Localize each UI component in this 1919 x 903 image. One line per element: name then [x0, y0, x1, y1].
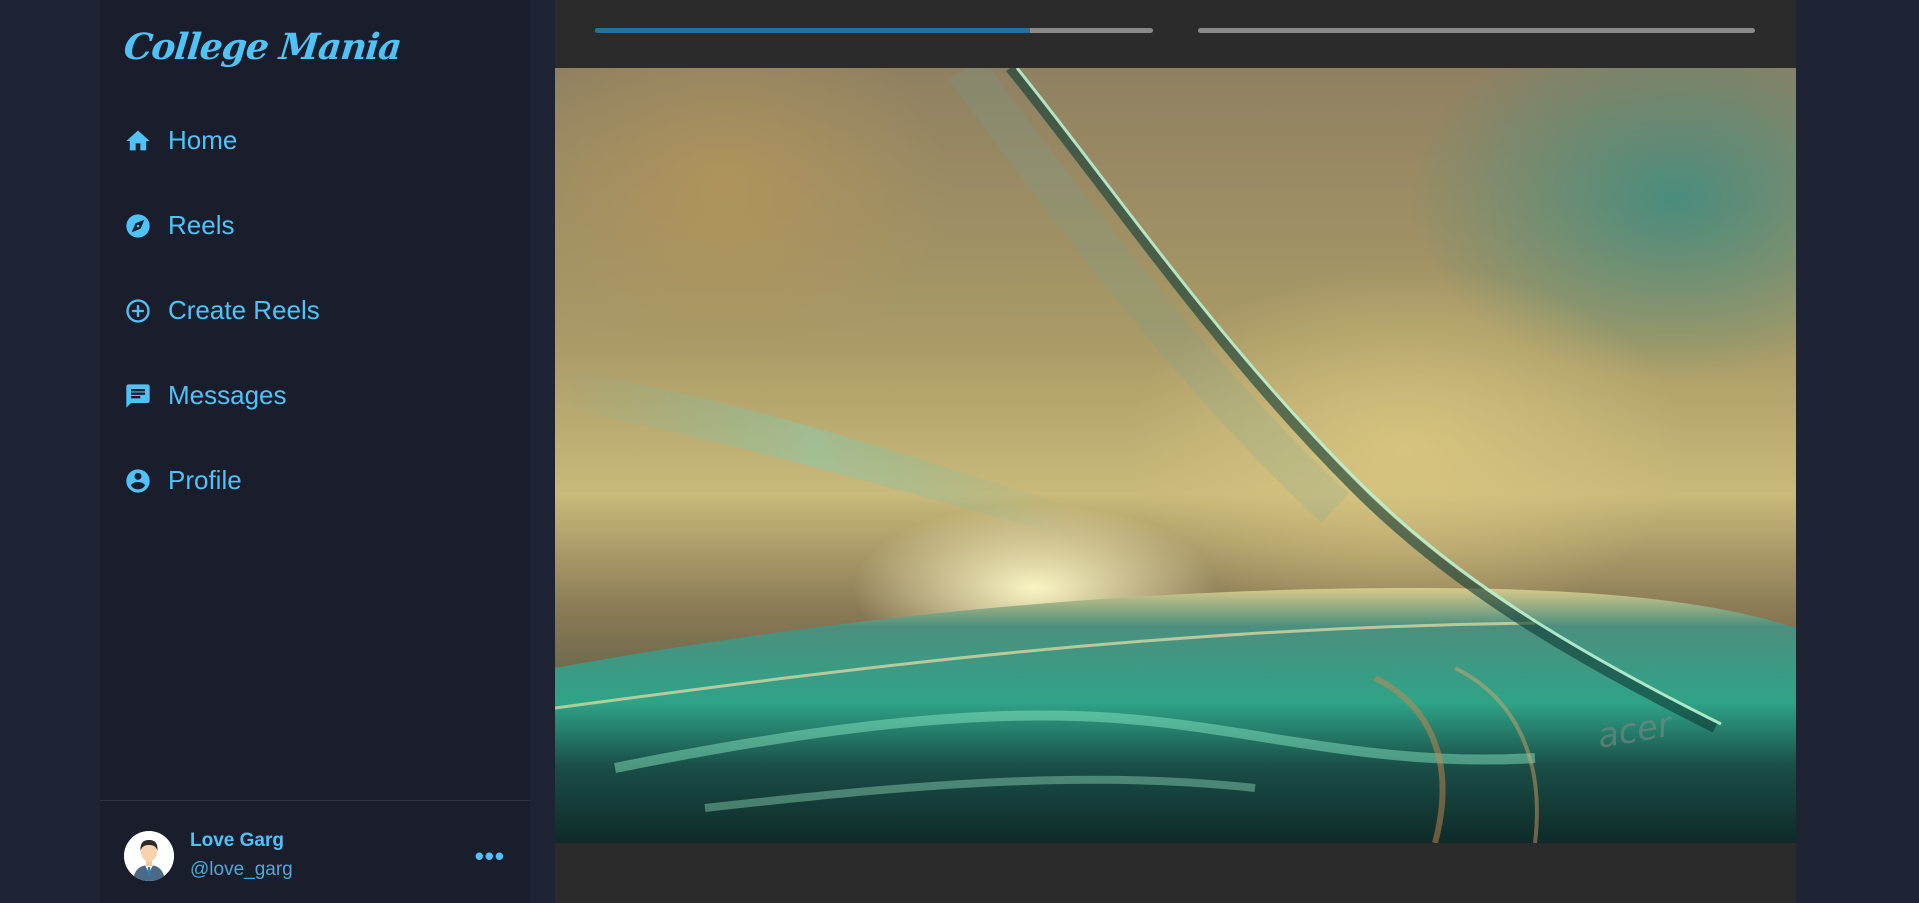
sidebar-nav: Home Reels Create Reels Messages Profile [124, 120, 504, 545]
sidebar-divider [100, 800, 530, 801]
sidebar-item-profile[interactable]: Profile [124, 438, 504, 523]
app-logo[interactable]: College Mania [122, 26, 403, 68]
sidebar-item-label: Messages [168, 380, 287, 410]
home-icon [124, 127, 152, 155]
user-card[interactable]: Love Garg @love_garg ••• [124, 829, 509, 883]
story-footer [555, 843, 1796, 903]
add-circle-icon [124, 297, 152, 325]
user-name: Love Garg [190, 830, 284, 851]
compass-icon [124, 212, 152, 240]
user-handle: @love_garg [190, 859, 293, 880]
user-info: Love Garg @love_garg [190, 829, 475, 883]
sidebar-item-label: Create Reels [168, 295, 320, 325]
sidebar-item-home[interactable]: Home [124, 98, 504, 183]
sidebar-item-label: Home [168, 125, 238, 155]
story-progress-fill [595, 28, 1031, 33]
more-options-icon[interactable]: ••• [475, 843, 505, 869]
sidebar-item-reels[interactable]: Reels [124, 183, 504, 268]
story-image[interactable]: acer [555, 68, 1796, 843]
story-progress-bar [1198, 28, 1755, 33]
sidebar: College Mania Home Reels Create Reels Me… [100, 0, 530, 903]
account-circle-icon [124, 467, 152, 495]
sidebar-item-label: Profile [168, 465, 242, 495]
story-viewer: acer [555, 0, 1796, 903]
abstract-wallpaper-art: acer [555, 68, 1796, 843]
message-icon [124, 382, 152, 410]
avatar-icon[interactable] [124, 831, 174, 881]
sidebar-item-label: Reels [168, 210, 235, 240]
sidebar-item-create-reels[interactable]: Create Reels [124, 268, 504, 353]
sidebar-item-messages[interactable]: Messages [124, 353, 504, 438]
story-progress-bar [595, 28, 1153, 33]
story-progress-row [555, 0, 1796, 68]
